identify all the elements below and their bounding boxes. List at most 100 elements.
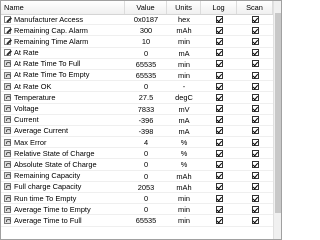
row-log-cell — [201, 115, 237, 125]
scan-checkbox[interactable] — [251, 15, 259, 23]
log-checkbox[interactable] — [215, 71, 223, 79]
log-checkbox[interactable] — [215, 205, 223, 213]
log-checkbox[interactable] — [215, 127, 223, 135]
log-checkbox[interactable] — [215, 183, 223, 191]
scan-checkbox[interactable] — [251, 71, 259, 79]
row-name-cell: At Rate Time To Empty — [1, 70, 125, 80]
row-log-cell — [201, 70, 237, 80]
table-row[interactable]: Run time To Empty 0 min — [1, 193, 273, 205]
pencil-icon — [4, 49, 11, 57]
row-name-cell: At Rate — [1, 48, 125, 58]
scan-checkbox[interactable] — [251, 105, 259, 113]
table-row[interactable]: Voltage 7833 mV — [1, 104, 273, 115]
row-log-cell — [201, 159, 237, 169]
row-name-cell: Remaining Cap. Alarm — [1, 25, 125, 35]
log-checkbox[interactable] — [215, 116, 223, 124]
column-header-log[interactable]: Log — [201, 1, 237, 14]
table-row[interactable]: Remaining Capacity 0 mAh — [1, 171, 273, 182]
row-units-cell: mAh — [176, 26, 192, 36]
log-checkbox[interactable] — [215, 49, 223, 57]
log-checkbox[interactable] — [215, 15, 223, 23]
log-checkbox[interactable] — [215, 172, 223, 180]
log-checkbox[interactable] — [215, 194, 223, 202]
table-row[interactable]: Max Error 4% — [1, 137, 273, 149]
table-row[interactable]: Average Time to Empty 0 min — [1, 204, 273, 216]
log-checkbox[interactable] — [215, 93, 223, 101]
scan-checkbox[interactable] — [251, 138, 259, 146]
scan-checkbox[interactable] — [251, 205, 259, 213]
readonly-icon — [4, 161, 11, 169]
readonly-icon — [4, 138, 11, 146]
scan-checkbox[interactable] — [251, 116, 259, 124]
scan-checkbox[interactable] — [251, 82, 259, 90]
table-row[interactable]: At Rate 0 mA — [1, 48, 273, 59]
log-checkbox[interactable] — [215, 105, 223, 113]
row-units-cell: - — [182, 82, 186, 92]
row-name-cell: Current — [1, 115, 125, 125]
row-scan-cell — [237, 92, 273, 102]
scan-checkbox[interactable] — [251, 183, 259, 191]
column-header-scan[interactable]: Scan — [237, 1, 273, 14]
table-row[interactable]: Average Time to Full 65535 min — [1, 215, 273, 227]
scan-checkbox[interactable] — [251, 216, 259, 224]
table-row[interactable]: Temperature 27.5 degC — [1, 92, 273, 104]
table-row[interactable]: At Rate OK 0 - — [1, 81, 273, 93]
scrollbar-thumb[interactable] — [275, 13, 281, 213]
register-table: Name Value Units Log Scan Manufacturer A… — [0, 0, 282, 240]
row-value-cell: 65535 — [135, 216, 157, 226]
table-row[interactable]: Manufacturer Access 0x0187 hex — [1, 14, 273, 26]
scan-checkbox[interactable] — [251, 194, 259, 202]
row-units-cell: % — [180, 149, 188, 159]
log-checkbox[interactable] — [215, 216, 223, 224]
scan-checkbox[interactable] — [251, 26, 259, 34]
row-log-cell — [201, 215, 237, 225]
row-scan-cell — [237, 148, 273, 158]
table-row[interactable]: Remaining Cap. Alarm 300 mAh — [1, 25, 273, 37]
log-checkbox[interactable] — [215, 149, 223, 157]
row-log-cell — [201, 59, 237, 69]
table-row[interactable]: At Rate Time To Full 65535 min — [1, 59, 273, 70]
log-checkbox[interactable] — [215, 60, 223, 68]
table-row[interactable]: Full charge Capacity 2053 mAh — [1, 182, 273, 193]
row-value-cell: 0 — [143, 171, 149, 181]
table-row[interactable]: At Rate Time To Empty 65535 min — [1, 70, 273, 82]
table-row[interactable]: Average Current -398 mA — [1, 126, 273, 138]
row-units-cell: mA — [178, 115, 190, 125]
scan-checkbox[interactable] — [251, 127, 259, 135]
scan-checkbox[interactable] — [251, 60, 259, 68]
table-row[interactable]: Remaining Time Alarm 10 min — [1, 36, 273, 48]
readonly-icon — [4, 183, 11, 191]
table-body: Manufacturer Access 0x0187 hex Remaining Ca… — [1, 14, 273, 227]
row-name-cell: Average Time to Full — [1, 215, 125, 225]
row-name-label: At Rate Time To Empty — [14, 70, 90, 80]
log-checkbox[interactable] — [215, 37, 223, 45]
row-name-label: Remaining Time Alarm — [14, 36, 89, 46]
row-name-cell: Remaining Time Alarm — [1, 36, 125, 46]
scan-checkbox[interactable] — [251, 37, 259, 45]
row-value-cell: 65535 — [135, 59, 157, 69]
table-row[interactable]: Current -396 mA — [1, 115, 273, 126]
log-checkbox[interactable] — [215, 161, 223, 169]
row-scan-cell — [237, 25, 273, 35]
pencil-icon — [4, 37, 11, 45]
log-checkbox[interactable] — [215, 82, 223, 90]
scan-checkbox[interactable] — [251, 161, 259, 169]
column-header-value[interactable]: Value — [125, 1, 167, 14]
scan-checkbox[interactable] — [251, 93, 259, 101]
column-header-units[interactable]: Units — [167, 1, 201, 14]
row-value-cell: 0 — [143, 160, 149, 170]
column-header-name[interactable]: Name — [1, 1, 125, 14]
vertical-scrollbar[interactable] — [273, 1, 281, 239]
row-scan-cell — [237, 104, 273, 114]
scan-checkbox[interactable] — [251, 149, 259, 157]
row-value-cell: 0x0187 — [133, 15, 159, 24]
log-checkbox[interactable] — [215, 138, 223, 146]
log-checkbox[interactable] — [215, 26, 223, 34]
scan-checkbox[interactable] — [251, 49, 259, 57]
scan-checkbox[interactable] — [251, 172, 259, 180]
row-value-cell: 7833 — [137, 104, 155, 114]
readonly-icon — [4, 127, 11, 135]
table-row[interactable]: Relative State of Charge 0% — [1, 148, 273, 160]
table-row[interactable]: Absolute State of Charge 0% — [1, 159, 273, 171]
row-value-cell: -398 — [138, 126, 154, 136]
